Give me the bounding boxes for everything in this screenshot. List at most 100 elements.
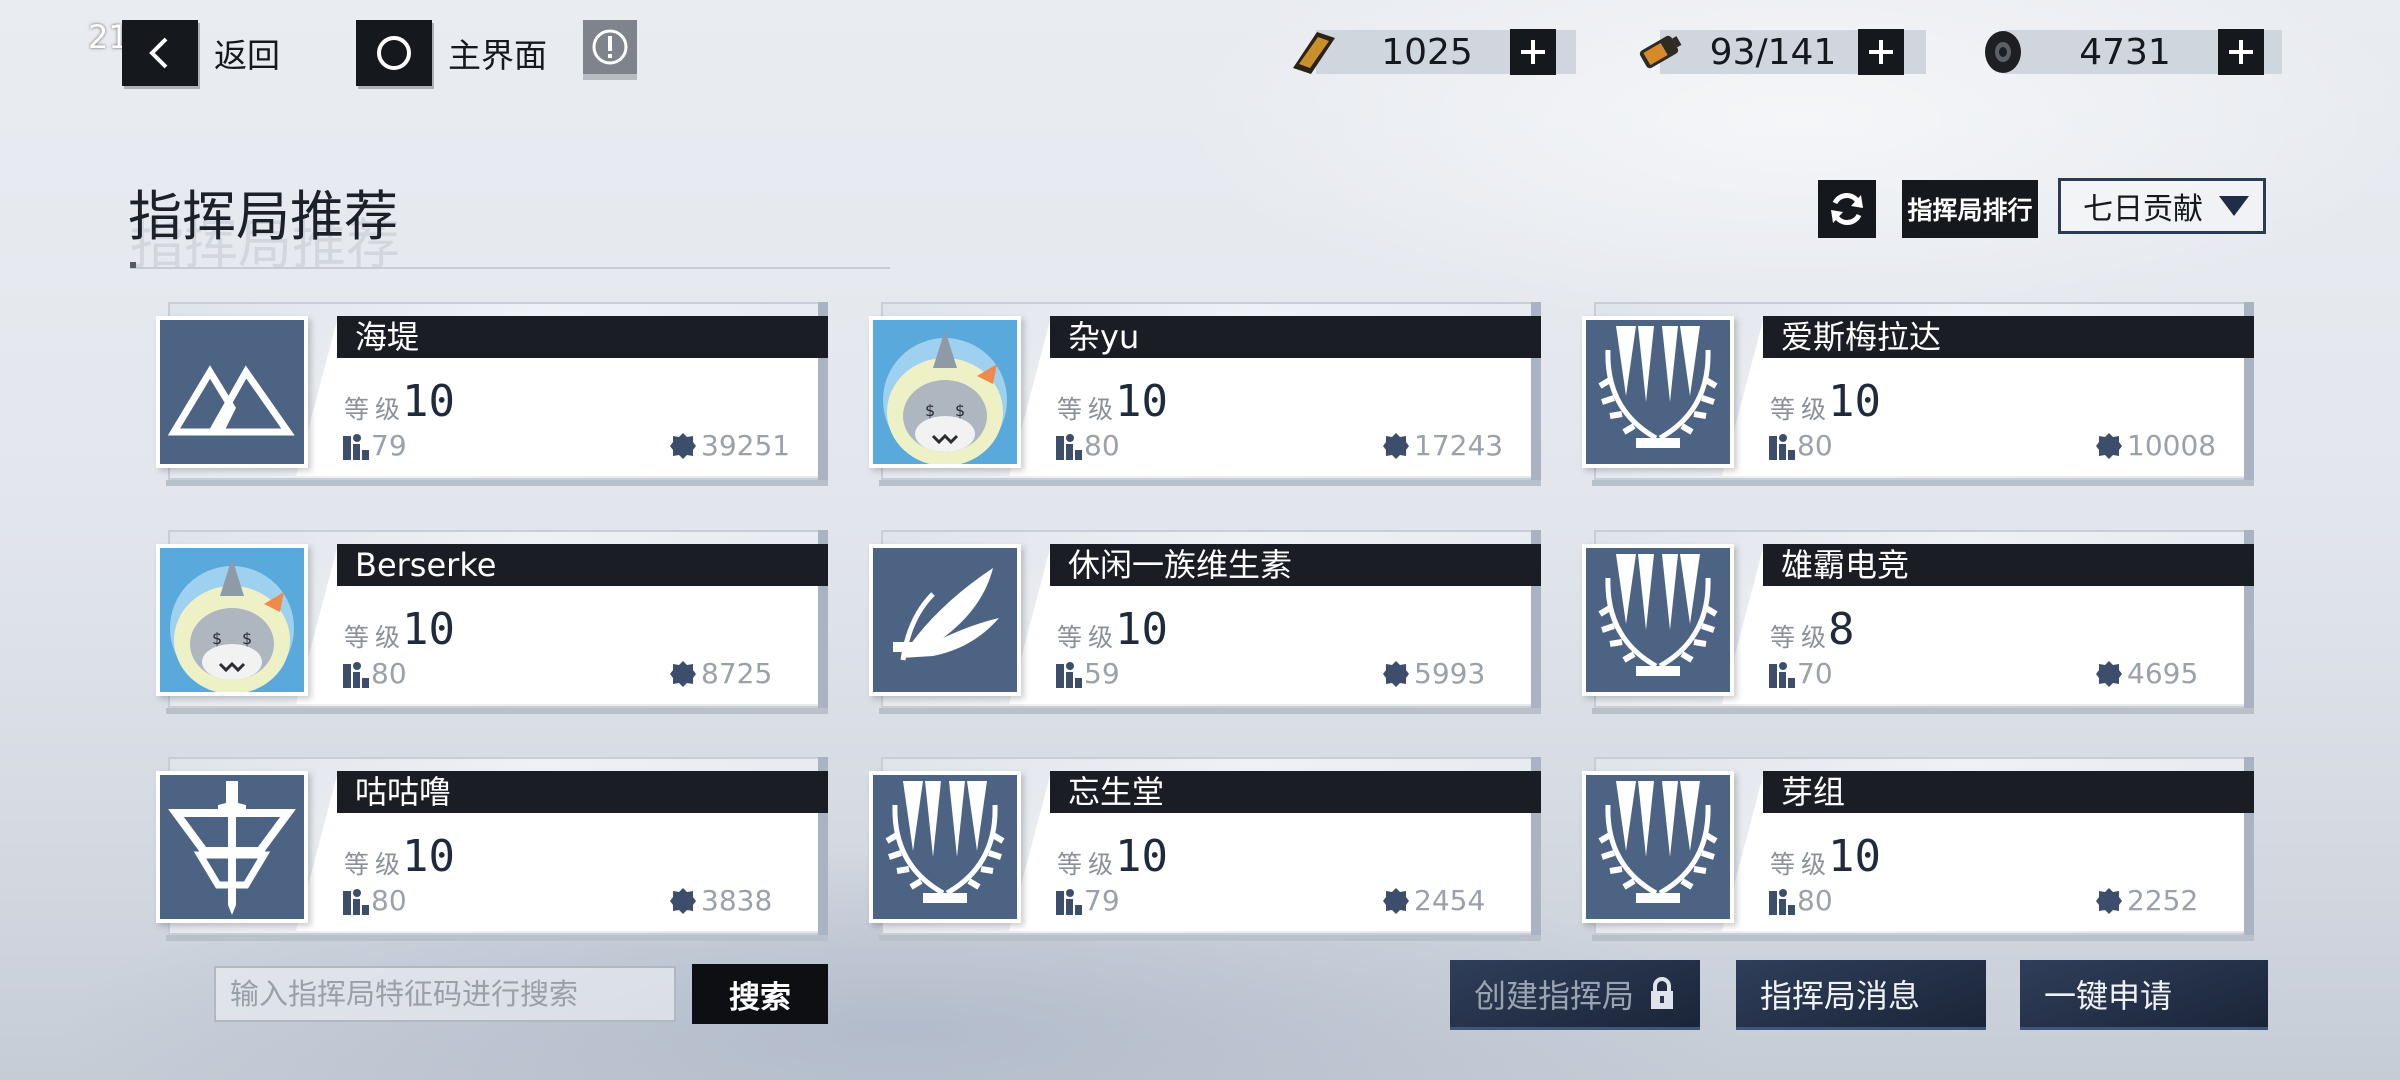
commander-card[interactable]: INFO 咕咕噜 等级 10 80 3838 xyxy=(156,757,828,941)
contribution-value: 8725 xyxy=(701,657,773,690)
members-value: 59 xyxy=(1084,657,1120,690)
commander-avatar[interactable] xyxy=(1582,771,1734,923)
members-icon xyxy=(1056,434,1082,460)
contribution-gear-icon xyxy=(2096,888,2122,914)
shark-hood-icon xyxy=(160,548,304,692)
commander-card[interactable]: INFO Berserke 等级 10 80 8725 xyxy=(156,530,828,714)
commander-card[interactable]: INFO 雄霸电竞 等级 8 70 4695 xyxy=(1582,530,2254,714)
level-value: 10 xyxy=(1115,831,1168,882)
commander-avatar[interactable] xyxy=(869,771,1021,923)
commander-avatar[interactable] xyxy=(1582,316,1734,468)
commander-card[interactable]: INFO 海堤 等级 10 79 39251 xyxy=(156,302,828,486)
card-bottom-edge xyxy=(1592,480,2254,486)
level-label: 等级 xyxy=(1057,623,1120,652)
back-button[interactable]: 返回 xyxy=(122,20,280,86)
card-bottom-edge xyxy=(879,708,1541,714)
contribution-gear-icon xyxy=(2096,433,2122,459)
commander-messages-button[interactable]: 指挥局消息 xyxy=(1736,960,1986,1030)
card-bottom-edge xyxy=(1592,935,2254,941)
wing-figure-icon xyxy=(873,548,1017,692)
commander-avatar[interactable] xyxy=(869,316,1021,468)
members-icon xyxy=(1056,662,1082,688)
level-label: 等级 xyxy=(344,850,407,879)
members-icon xyxy=(1769,434,1795,460)
plus-icon xyxy=(1521,40,1545,64)
commander-card[interactable]: INFO 休闲一族维生素 等级 10 59 5993 xyxy=(869,530,1541,714)
triangle-emblem-icon xyxy=(160,320,304,464)
laurel-shield-icon xyxy=(873,775,1017,919)
members-value: 80 xyxy=(1797,429,1833,462)
commander-name: 雄霸电竞 xyxy=(1763,544,2254,586)
members-value: 70 xyxy=(1797,657,1833,690)
add-tire-button[interactable] xyxy=(2218,29,2264,75)
contribution-gear-icon xyxy=(1383,888,1409,914)
plus-icon xyxy=(2229,40,2253,64)
add-gold-button[interactable] xyxy=(1510,29,1556,75)
members-icon xyxy=(1769,889,1795,915)
home-button[interactable]: 主界面 xyxy=(356,20,547,86)
members-value: 79 xyxy=(1084,884,1120,917)
sort-dropdown[interactable]: 七日贡献 xyxy=(2058,178,2266,234)
commander-card[interactable]: INFO 忘生堂 等级 10 79 2454 xyxy=(869,757,1541,941)
resource-gold: 1025 xyxy=(1286,28,1576,76)
commander-messages-label: 指挥局消息 xyxy=(1760,976,1921,1015)
level-value: 10 xyxy=(402,376,455,427)
commander-name: 休闲一族维生素 xyxy=(1050,544,1541,586)
commander-avatar[interactable] xyxy=(156,316,308,468)
shark-hood-icon xyxy=(873,320,1017,464)
commander-avatar[interactable] xyxy=(156,544,308,696)
level-value: 8 xyxy=(1828,604,1855,655)
sort-selected-value: 七日贡献 xyxy=(2083,192,2203,227)
search-button[interactable]: 搜索 xyxy=(692,964,828,1024)
level-value: 10 xyxy=(1115,604,1168,655)
members-value: 80 xyxy=(371,884,407,917)
members-value: 80 xyxy=(1797,884,1833,917)
commander-avatar[interactable] xyxy=(1582,544,1734,696)
create-commander-button[interactable]: 创建指挥局 xyxy=(1450,960,1700,1030)
quick-apply-label: 一键申请 xyxy=(2044,976,2173,1015)
refresh-button[interactable] xyxy=(1818,180,1876,238)
contribution-gear-icon xyxy=(670,888,696,914)
commander-name: 忘生堂 xyxy=(1050,771,1541,813)
add-battery-button[interactable] xyxy=(1858,29,1904,75)
level-label: 等级 xyxy=(1770,395,1833,424)
quick-apply-button[interactable]: 一键申请 xyxy=(2020,960,2268,1030)
title-divider xyxy=(130,267,890,269)
search-input[interactable] xyxy=(214,966,676,1022)
members-value: 80 xyxy=(1084,429,1120,462)
level-value: 10 xyxy=(1828,376,1881,427)
back-label: 返回 xyxy=(214,36,280,75)
gold-value: 1025 xyxy=(1381,31,1473,73)
lock-icon xyxy=(1651,976,1674,1009)
back-arrow-icon xyxy=(122,20,198,86)
level-value: 10 xyxy=(402,604,455,655)
exclamation-icon xyxy=(592,29,628,65)
home-label: 主界面 xyxy=(448,36,547,75)
card-bottom-edge xyxy=(1592,708,2254,714)
create-commander-label: 创建指挥局 xyxy=(1474,976,1635,1015)
level-label: 等级 xyxy=(1057,395,1120,424)
commander-avatar[interactable] xyxy=(156,771,308,923)
contribution-gear-icon xyxy=(1383,433,1409,459)
members-icon xyxy=(343,434,369,460)
laurel-shield-icon xyxy=(1586,548,1730,692)
card-bottom-edge xyxy=(879,480,1541,486)
commander-name: 爱斯梅拉达 xyxy=(1763,316,2254,358)
members-icon xyxy=(1056,889,1082,915)
contribution-value: 2252 xyxy=(2127,884,2199,917)
ranking-button[interactable]: 指挥局排行 xyxy=(1902,180,2038,238)
level-value: 10 xyxy=(1828,831,1881,882)
contribution-gear-icon xyxy=(1383,661,1409,687)
members-icon xyxy=(1769,662,1795,688)
commander-card[interactable]: INFO 杂yu 等级 10 80 17243 xyxy=(869,302,1541,486)
battery-value: 93/141 xyxy=(1709,31,1837,73)
commander-avatar[interactable] xyxy=(869,544,1021,696)
tire-value: 4731 xyxy=(2079,31,2171,73)
level-label: 等级 xyxy=(1770,623,1833,652)
commander-card[interactable]: INFO 爱斯梅拉达 等级 10 80 10008 xyxy=(1582,302,2254,486)
alert-button[interactable] xyxy=(583,20,637,74)
commander-name: 海堤 xyxy=(337,316,828,358)
contribution-gear-icon xyxy=(2096,661,2122,687)
members-value: 79 xyxy=(371,429,407,462)
commander-card[interactable]: INFO 芽组 等级 10 80 2252 xyxy=(1582,757,2254,941)
